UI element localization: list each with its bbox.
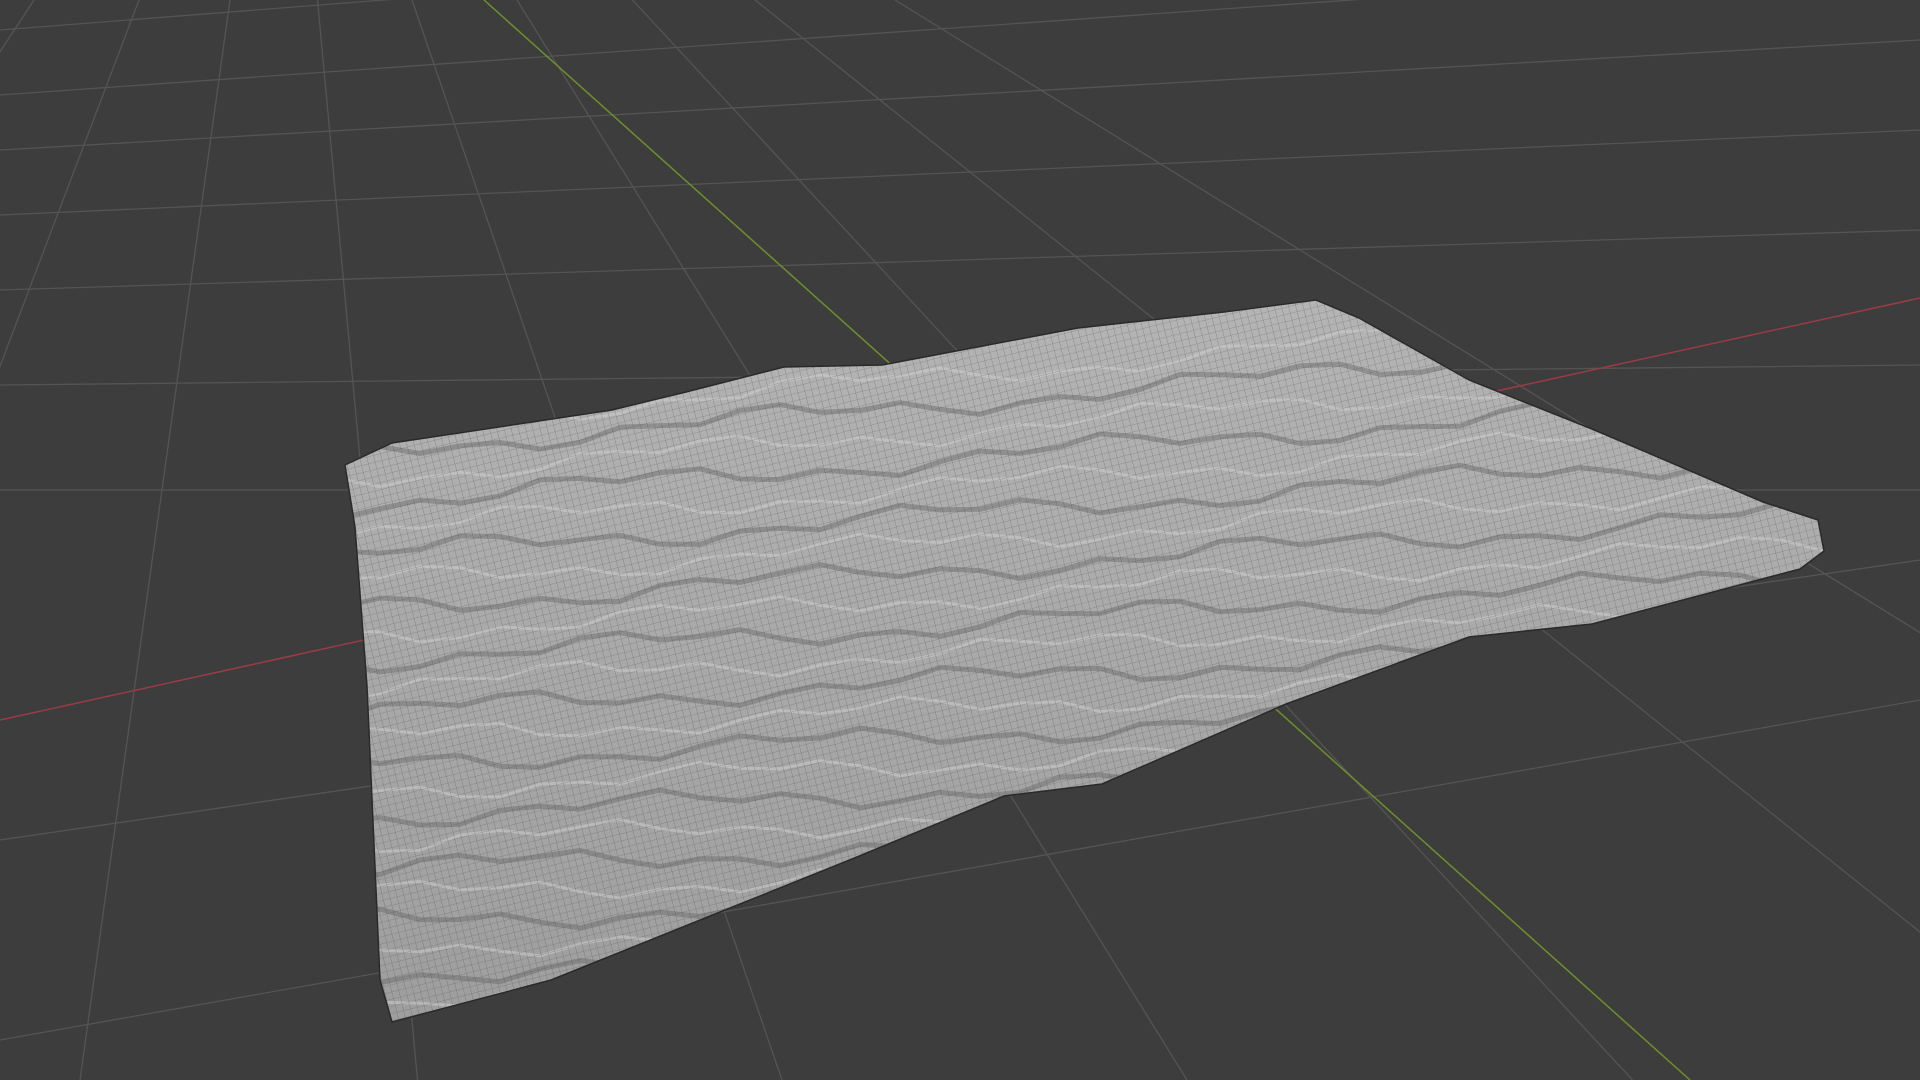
3d-viewport[interactable] xyxy=(0,0,1920,1080)
grid-line xyxy=(0,39,1920,151)
grid-line xyxy=(0,0,1361,96)
grid-line xyxy=(0,0,140,368)
grid-line xyxy=(0,0,393,31)
grid-line xyxy=(0,229,1920,291)
grid-line xyxy=(0,129,1920,216)
viewport-canvas[interactable] xyxy=(0,0,1920,1080)
grid-line xyxy=(79,0,231,1080)
ridge-shade xyxy=(345,1006,1824,1022)
grid-line xyxy=(0,0,35,53)
ridge-shade xyxy=(345,984,1824,1022)
terrain-mesh[interactable] xyxy=(0,0,1920,1080)
